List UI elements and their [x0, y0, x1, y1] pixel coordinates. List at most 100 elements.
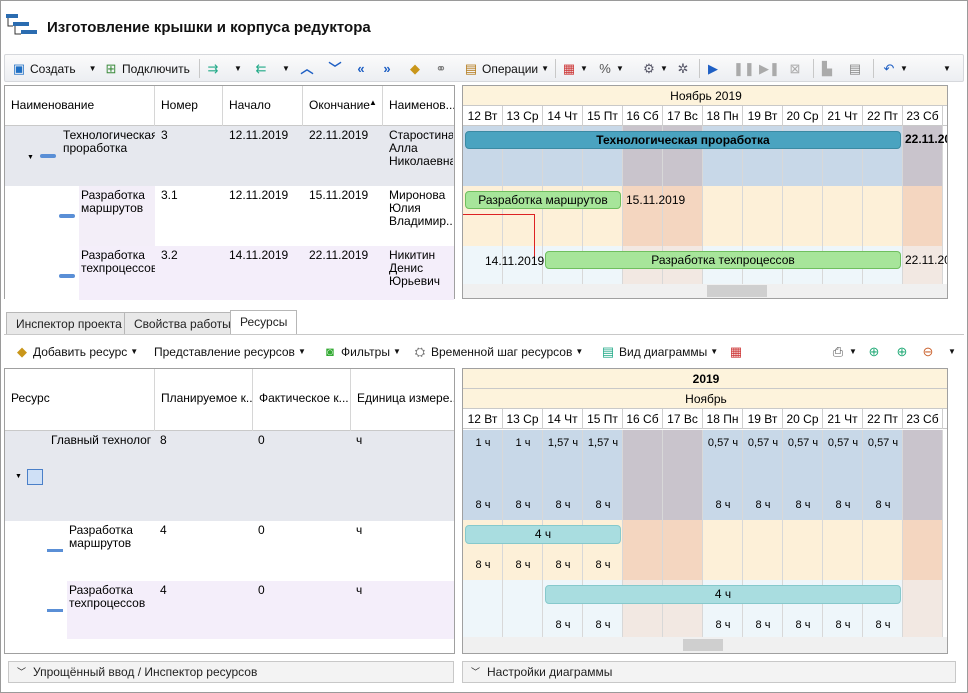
gear-button[interactable]: ✲ [675, 58, 691, 79]
add-resource-button[interactable]: ◆ Добавить ресурс ▼ [14, 341, 138, 362]
stop-button[interactable]: ⊠ [787, 58, 803, 79]
day-header: 12 Вт [463, 409, 503, 429]
table-row[interactable]: ▼ Главный технолог 8 0 ч [5, 431, 454, 521]
day-cell [903, 186, 943, 246]
move-left-button[interactable]: « [353, 58, 369, 79]
col-planned[interactable]: Планируемое к... [155, 369, 253, 431]
tab-resources[interactable]: Ресурсы [230, 310, 298, 334]
col-resource[interactable]: Ресурс [5, 369, 155, 431]
table-row[interactable]: Разработка маршрутов 4 0 ч [5, 521, 454, 581]
zoom-out-button[interactable]: ⊖ [920, 341, 936, 362]
day-header: 20 Ср [783, 409, 823, 429]
proc-task-bar[interactable]: Разработка техпроцессов [545, 251, 901, 269]
chevron-up-icon: ︿ [300, 60, 314, 76]
day-header: 14 Чт [543, 106, 583, 126]
proc-load-bar[interactable]: 4 ч [545, 585, 901, 604]
structure-button[interactable]: ▙ [819, 58, 835, 79]
res-days-header: 12 Вт 13 Ср 14 Чт 15 Пт 16 Сб 17 Вс 18 Пн 19 Вт… [463, 409, 947, 429]
col-number[interactable]: Номер [155, 86, 223, 126]
table-row[interactable]: ▼ Технологическая проработка 3 12.11.201… [5, 126, 454, 186]
skip-button[interactable]: ▶❚ [759, 58, 780, 79]
connect-button[interactable]: ⊞ Подключить [103, 58, 190, 79]
double-chevron-left-icon: « [357, 60, 365, 76]
chevron-down-icon: ﹀ [17, 667, 27, 677]
route-task-bar[interactable]: Разработка маршрутов [465, 191, 621, 209]
settings-button[interactable]: ⚙ ▼ [641, 58, 668, 79]
pause-button[interactable]: ❚❚ [733, 58, 755, 79]
zoom-fit-button[interactable]: ⊕ [866, 341, 882, 362]
title-bar: Изготовление крышки и корпуса редуктора [1, 1, 967, 53]
toolbar-overflow-button[interactable]: ▼ [943, 58, 951, 79]
connect-icon: ⊞ [105, 60, 117, 76]
gantt-scrollbar[interactable] [463, 284, 947, 298]
calendar-icon: ▦ [562, 60, 576, 76]
res-chart-scrollbar[interactable] [463, 637, 947, 653]
day-header: 15 Пт [583, 106, 623, 126]
sort-up-icon: ▲ [369, 98, 377, 107]
task-icon [59, 274, 75, 278]
col-unit[interactable]: Единица измере... [351, 369, 454, 431]
move-up-button[interactable]: ︿ [299, 58, 315, 79]
task-icon [47, 609, 63, 612]
col-actual[interactable]: Фактическое к... [253, 369, 351, 431]
tab-work-properties[interactable]: Свойства работы [124, 312, 241, 334]
resource-grid: Ресурс Планируемое к... Фактическое к...… [4, 368, 455, 654]
collapse-icon[interactable]: ▼ [27, 154, 34, 161]
load-value: 1 ч [475, 437, 491, 449]
table-row[interactable]: Разработка техпроцессов 3.2 14.11.2019 2… [5, 246, 454, 300]
operations-button[interactable]: ▤ Операции ▼ [463, 58, 549, 79]
summary-task-bar[interactable]: Технологическая проработка [465, 131, 901, 149]
day-header: 15 Пт [583, 409, 623, 429]
day-header: 21 Чт [823, 106, 863, 126]
res-toolbar-overflow[interactable]: ▼ [948, 341, 956, 362]
load-value: 1,57 ч [547, 437, 579, 449]
day-header: 14 Чт [543, 409, 583, 429]
print-button[interactable]: ⎙ ▼ [830, 341, 857, 362]
task-grid: Наименование Номер Начало Окончание ▲ Наи… [4, 85, 455, 300]
load-value: 8 ч [595, 499, 611, 511]
undo-button[interactable]: ↶ ▼ [881, 58, 908, 79]
gears-icon: ⚙ [643, 60, 655, 76]
zoom-in-button[interactable]: ⊕ [894, 341, 910, 362]
chart-view-button[interactable]: ▤ Вид диаграммы ▼ [600, 341, 718, 362]
main-toolbar: ▣ Создать ▼ ⊞ Подключить ⇉ ▼ ⇇ ▼ ︿ ﹀ « » ◆ ⚭ … [4, 54, 964, 82]
proc-end-label: 22.11.20 [905, 253, 948, 267]
load-value: 8 ч [835, 619, 851, 631]
load-value: 8 ч [595, 619, 611, 631]
calendar-button[interactable]: ▦ ▼ [561, 58, 588, 79]
move-right-button[interactable]: » [379, 58, 395, 79]
outdent-button[interactable]: ⇇ ▼ [253, 58, 290, 79]
percent-button[interactable]: % ▼ [597, 58, 624, 79]
move-down-button[interactable]: ﹀ [327, 58, 343, 79]
table-row[interactable]: Разработка техпроцессов 4 0 ч [5, 581, 454, 639]
time-step-button[interactable]: ⛭ Временной шаг ресурсов ▼ [412, 341, 583, 362]
tab-project-inspector[interactable]: Инспектор проекта [6, 312, 132, 334]
calendar-button[interactable]: ▦ [728, 341, 744, 362]
col-owner[interactable]: Наименов... [383, 86, 454, 126]
zoom-out-icon: ⊖ [922, 343, 934, 359]
route-load-bar[interactable]: 4 ч [465, 525, 621, 544]
play-button[interactable]: ▶ [705, 58, 721, 79]
resource-bag-button[interactable]: ◆ [407, 58, 423, 79]
resource-view-button[interactable]: Представление ресурсов ▼ [154, 341, 306, 362]
col-start[interactable]: Начало [223, 86, 303, 126]
resource-toolbar: ◆ Добавить ресурс ▼ Представление ресурсов… [4, 334, 964, 366]
link-button[interactable]: ⚭ [433, 58, 449, 79]
indent-button[interactable]: ⇉ ▼ [205, 58, 242, 79]
load-value: 8 ч [475, 499, 491, 511]
day-header: 20 Ср [783, 106, 823, 126]
table-button[interactable]: ▤ [847, 58, 863, 79]
chart-settings-panel[interactable]: ﹀ Настройки диаграммы [462, 661, 956, 683]
col-end[interactable]: Окончание ▲ [303, 86, 383, 126]
day-cell [823, 186, 863, 246]
create-button[interactable]: ▣ Создать ▼ [11, 58, 97, 79]
load-value: 8 ч [755, 499, 771, 511]
simple-input-panel[interactable]: ﹀ Упрощённый ввод / Инспектор ресурсов [8, 661, 454, 683]
money-bag-icon: ◆ [410, 60, 420, 76]
col-name[interactable]: Наименование [5, 86, 155, 126]
filters-button[interactable]: ◙ Фильтры ▼ [322, 341, 401, 362]
load-value: 8 ч [835, 499, 851, 511]
day-header: 16 Сб [623, 409, 663, 429]
collapse-icon[interactable]: ▼ [15, 473, 22, 480]
table-row[interactable]: Разработка маршрутов 3.1 12.11.2019 15.1… [5, 186, 454, 246]
